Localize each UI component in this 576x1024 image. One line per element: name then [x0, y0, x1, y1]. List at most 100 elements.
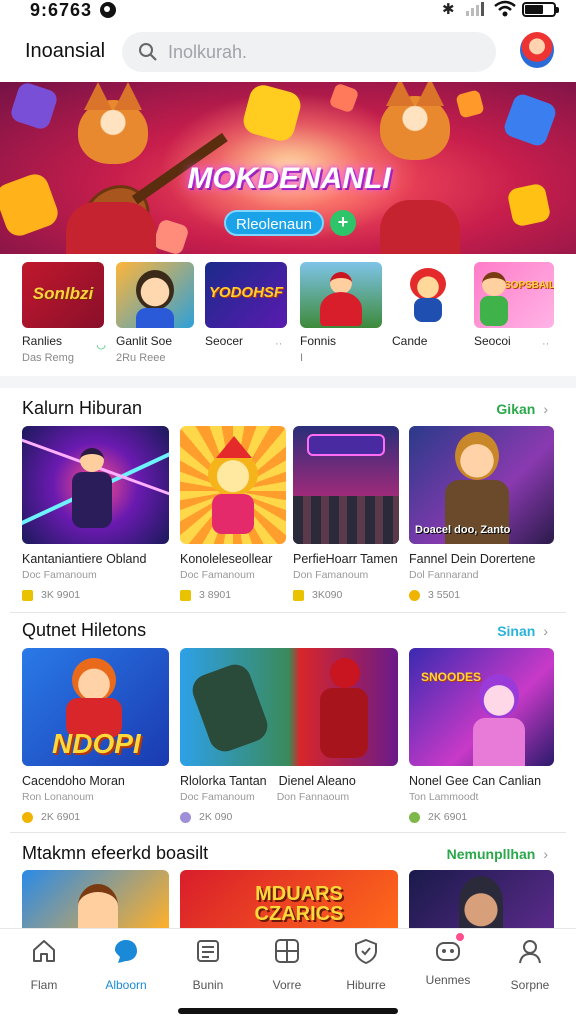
category-mark: ◡ [96, 339, 106, 351]
category-label: Ganlit Soe [116, 334, 173, 348]
game-card-title: Rlolorka Tantan Dienel Aleano [180, 774, 398, 788]
game-card-title: Cacendoho Moran [22, 774, 125, 788]
status-time: 9:6763 [30, 0, 93, 20]
tab-profile[interactable]: Sorpne [490, 937, 570, 992]
thumb-character-body [480, 296, 508, 326]
thumb-character-body [136, 308, 174, 328]
hero-cube [506, 182, 552, 228]
game-card[interactable] [22, 870, 169, 928]
section-more-label: Sinan [497, 623, 536, 639]
game-card-overlay-text: NDOPI [52, 728, 141, 759]
category-thumbnail: Sonlbzi [22, 262, 104, 328]
grid-icon [275, 939, 299, 963]
divider [10, 612, 566, 613]
thumb-character [330, 272, 352, 294]
section-more-label: Gikan [496, 401, 536, 417]
game-card-title: Konoleleseollear [180, 552, 273, 566]
hero-cta-button[interactable]: Rleolenaun [224, 210, 324, 236]
category-label: Fonnis [300, 334, 337, 348]
game-card-rating-value: 2K 6901 [428, 811, 468, 823]
category-item[interactable]: YODOHSF Seocer ·· [205, 262, 287, 352]
thumb-character [410, 268, 446, 300]
game-card-title: Kantaniantiere Obland [22, 552, 147, 566]
tab-games[interactable]: Vorre [247, 937, 327, 992]
game-card-rating: 2K 6901 [409, 811, 554, 823]
category-item[interactable]: Fonnis I [300, 262, 382, 364]
tab-home[interactable]: Flam [4, 937, 84, 992]
section-title: Kalurn Hiburan [22, 398, 143, 418]
game-card-image [293, 426, 399, 544]
thumb-text: YODOHSF [208, 284, 284, 301]
tab-label: Uenmes [425, 973, 471, 987]
category-item[interactable]: Sonlbzi Ranlies Das Remg ◡ [22, 262, 106, 364]
search-input[interactable] [168, 32, 468, 72]
game-card-subtitle: Dol Fannarand [409, 569, 479, 581]
thumb-character-dress [320, 292, 362, 326]
tab-entertainment[interactable]: Hiburre [326, 937, 406, 992]
hero-cube [8, 82, 60, 132]
game-card[interactable]: Kantaniantiere Obland Doc Famanoum 3K 99… [22, 426, 169, 601]
list-icon [197, 940, 219, 962]
tab-explore[interactable]: Alboorn [86, 937, 166, 992]
game-card-image [22, 426, 169, 544]
hero-play-button[interactable]: + [330, 210, 356, 236]
tab-label: Bunin [192, 978, 224, 992]
game-character [80, 448, 104, 472]
game-card[interactable]: NDOPI Cacendoho Moran Ron Lonanoum 2K 69… [22, 648, 169, 823]
game-character [208, 452, 258, 496]
game-card-image: NDOPI [22, 648, 169, 766]
game-character-body [72, 472, 112, 528]
category-thumbnail: YODOHSF [205, 262, 287, 328]
game-character [455, 432, 499, 480]
category-thumbnail [392, 262, 474, 328]
stage-sign [307, 434, 385, 456]
section-more-link[interactable]: Sinan › [497, 623, 548, 639]
section-title: Qutnet Hiletons [22, 620, 147, 640]
game-card-image: SNOODES [409, 648, 554, 766]
coin-icon [409, 811, 420, 823]
search-bar[interactable] [122, 32, 496, 72]
tab-label: Alboorn [105, 978, 147, 992]
game-card[interactable]: MDUARS CZARICS [180, 870, 398, 928]
category-mark: ·· [275, 338, 283, 350]
avatar[interactable] [520, 32, 554, 68]
game-card-image: Doacel doo, Zanto [409, 426, 554, 544]
game-card[interactable]: Rlolorka Tantan Dienel Aleano Doc Famanou… [180, 648, 398, 823]
game-character-body [320, 688, 368, 758]
game-card-rating: 2K 6901 [22, 811, 169, 823]
category-item[interactable]: Ganlit Soe 2Ru Reee [116, 262, 194, 364]
game-card-image: MDUARS CZARICS [180, 870, 398, 928]
game-card[interactable]: SNOODES Nonel Gee Can Canlian Ton Lammoo… [409, 648, 554, 823]
game-card-sub-a: Doc Famanoum [180, 791, 255, 803]
hero-banner[interactable]: MOKDENANLI Rleolenaun + [0, 82, 576, 254]
thumb-text: Sonlbzi [32, 284, 94, 303]
category-item[interactable]: Cande [392, 262, 474, 352]
game-card-title-a: Rlolorka Tantan [180, 774, 267, 788]
tab-browse[interactable]: Bunin [168, 937, 248, 992]
game-card-image [180, 648, 398, 766]
thumb-character-body [414, 298, 442, 322]
game-character [479, 674, 519, 718]
chevron-right-icon: › [543, 623, 548, 639]
game-card-subtitle: Doc Famanoum [180, 569, 255, 581]
category-mark: ·· [542, 338, 550, 350]
game-card[interactable]: Konoleleseollear Doc Famanoum 3 8901 [180, 426, 286, 601]
chevron-right-icon: › [543, 846, 548, 862]
game-card[interactable]: Doacel doo, Zanto Fannel Dein Dorertene … [409, 426, 554, 601]
tab-messages[interactable]: Uenmes [408, 931, 488, 987]
home-indicator[interactable] [178, 1008, 398, 1014]
divider [10, 832, 566, 833]
game-card-rating: 2K 090 [180, 811, 398, 823]
section-more-link[interactable]: Gikan › [496, 401, 548, 417]
section-more-link[interactable]: Nemunpllhan › [447, 846, 548, 862]
notification-icon [100, 2, 116, 18]
game-card-rating-value: 2K 090 [199, 811, 233, 823]
hero-title: MOKDENANLI [187, 162, 391, 195]
category-thumbnail [116, 262, 194, 328]
game-card-rating: 3 5501 [409, 589, 554, 601]
game-card-subtitle: Ton Lammoodt [409, 791, 479, 803]
game-card[interactable] [409, 870, 554, 928]
signal-icon [466, 2, 486, 16]
category-item[interactable]: SOPSBAIL Seocoi ·· [474, 262, 554, 352]
game-card[interactable]: PerfieHoarr Tamen Don Famanoum 3K090 [293, 426, 399, 601]
